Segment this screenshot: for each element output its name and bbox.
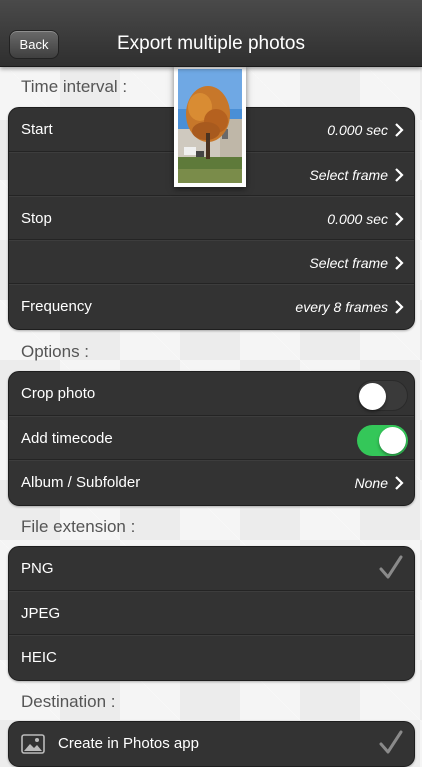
- section-header-file-extension: File extension :: [21, 517, 136, 536]
- stop-select-frame-row[interactable]: Select frame: [9, 240, 414, 284]
- crop-photo-row: Crop photo: [9, 372, 414, 416]
- crop-photo-label: Crop photo: [21, 385, 96, 402]
- create-in-photos-row[interactable]: Create in Photos app: [9, 722, 414, 766]
- start-label: Start: [21, 121, 53, 138]
- destination-group: Create in Photos app: [8, 721, 415, 767]
- frequency-value: every 8 frames: [295, 299, 388, 315]
- tree-photo-image: [178, 69, 242, 183]
- extension-label-heic: HEIC: [21, 649, 57, 666]
- start-select-frame-label: Select frame: [309, 167, 388, 183]
- stop-label: Stop: [21, 210, 52, 227]
- frequency-label: Frequency: [21, 298, 92, 315]
- chevron-right-icon: [395, 168, 404, 182]
- add-timecode-label: Add timecode: [21, 430, 113, 447]
- stop-value: 0.000 sec: [327, 211, 388, 227]
- extension-option-heic[interactable]: HEIC: [9, 635, 414, 679]
- chevron-right-icon: [395, 300, 404, 314]
- options-group: Crop photo Add timecode Album / Subfolde…: [8, 371, 415, 506]
- extension-label-png: PNG: [21, 560, 54, 577]
- chevron-right-icon: [395, 256, 404, 270]
- extension-label-jpeg: JPEG: [21, 605, 61, 622]
- chevron-right-icon: [395, 212, 404, 226]
- frequency-row[interactable]: Frequency every 8 frames: [9, 284, 414, 328]
- toggle-knob: [359, 383, 386, 410]
- navigation-bar: Back Export multiple photos: [0, 0, 422, 67]
- extension-option-png[interactable]: PNG: [9, 547, 414, 591]
- extension-option-jpeg[interactable]: JPEG: [9, 591, 414, 635]
- stop-select-frame-label: Select frame: [309, 255, 388, 271]
- frame-thumbnail[interactable]: [174, 65, 246, 187]
- album-subfolder-row[interactable]: Album / Subfolder None: [9, 460, 414, 504]
- checkmark-icon: [379, 555, 403, 579]
- add-timecode-row: Add timecode: [9, 416, 414, 460]
- toggle-knob: [379, 427, 406, 454]
- album-subfolder-value: None: [354, 475, 388, 491]
- section-header-destination: Destination :: [21, 692, 116, 711]
- section-header-time-interval: Time interval :: [21, 77, 128, 96]
- album-subfolder-label: Album / Subfolder: [21, 474, 141, 491]
- stop-row[interactable]: Stop 0.000 sec: [9, 196, 414, 240]
- start-value: 0.000 sec: [327, 122, 388, 138]
- crop-photo-toggle[interactable]: [357, 380, 408, 411]
- create-in-photos-label: Create in Photos app: [58, 735, 199, 752]
- chevron-right-icon: [395, 476, 404, 490]
- chevron-right-icon: [395, 123, 404, 137]
- page-title: Export multiple photos: [117, 33, 305, 54]
- photo-icon: [21, 734, 45, 754]
- section-header-options: Options :: [21, 342, 90, 361]
- checkmark-icon: [379, 730, 403, 754]
- file-extension-group: PNG JPEG HEIC: [8, 546, 415, 681]
- add-timecode-toggle[interactable]: [357, 425, 408, 456]
